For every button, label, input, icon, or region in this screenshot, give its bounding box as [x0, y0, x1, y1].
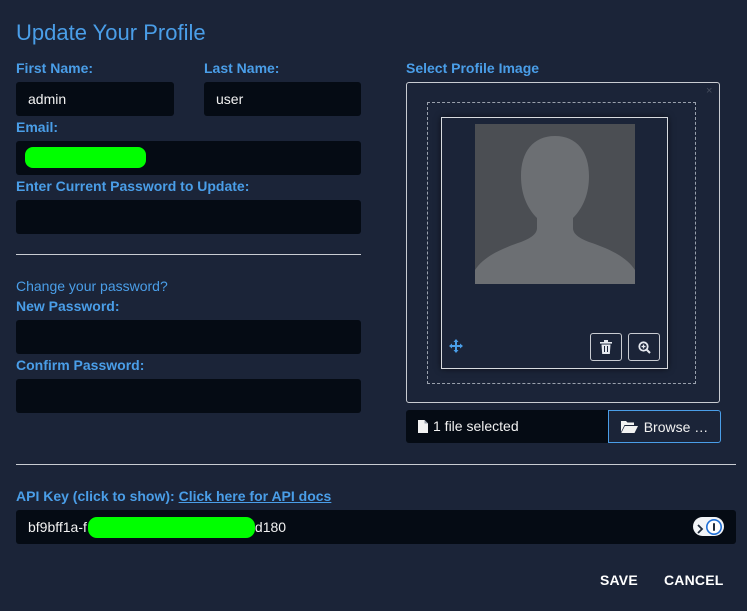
profile-image-label: Select Profile Image	[406, 60, 540, 76]
api-key-label: API Key (click to show): Click here for …	[16, 488, 331, 504]
first-name-input[interactable]	[16, 82, 174, 116]
browse-button-label: Browse …	[643, 418, 709, 435]
trash-icon	[600, 340, 612, 354]
avatar	[475, 124, 635, 284]
password-manager-glyph-icon	[706, 518, 722, 535]
save-button[interactable]: SAVE	[600, 572, 638, 588]
change-password-link[interactable]: Change your password?	[16, 278, 168, 294]
new-password-label: New Password:	[16, 298, 120, 314]
page-title: Update Your Profile	[16, 20, 206, 45]
file-caption: 1 file selected	[406, 410, 609, 443]
first-name-label: First Name:	[16, 60, 94, 76]
confirm-password-label: Confirm Password:	[16, 357, 145, 373]
divider	[16, 254, 361, 255]
file-icon	[418, 420, 428, 433]
last-name-input[interactable]	[204, 82, 361, 116]
last-name-label: Last Name:	[204, 60, 280, 76]
move-icon[interactable]	[449, 339, 463, 358]
api-key-prefix: bf9bff1a-f	[28, 519, 87, 535]
api-docs-link[interactable]: Click here for API docs	[179, 488, 332, 504]
current-password-label: Enter Current Password to Update:	[16, 178, 250, 194]
api-key-suffix: d180	[254, 519, 287, 535]
close-icon[interactable]: ×	[706, 85, 712, 97]
chevron-right-icon	[697, 521, 704, 539]
section-divider	[16, 464, 736, 465]
email-redaction	[25, 147, 146, 168]
zoom-image-button[interactable]	[628, 333, 660, 361]
folder-open-icon	[620, 421, 638, 433]
current-password-input[interactable]	[16, 200, 361, 234]
avatar-silhouette-icon	[475, 124, 635, 284]
browse-button[interactable]: Browse …	[608, 410, 721, 443]
api-key-label-text: API Key (click to show):	[16, 488, 175, 504]
api-key-redaction	[88, 517, 255, 538]
confirm-password-input[interactable]	[16, 379, 361, 413]
delete-image-button[interactable]	[590, 333, 622, 361]
new-password-input[interactable]	[16, 320, 361, 354]
zoom-in-icon	[637, 340, 651, 354]
email-label: Email:	[16, 119, 59, 135]
cancel-button[interactable]: CANCEL	[664, 572, 724, 588]
file-caption-text: 1 file selected	[433, 418, 519, 434]
